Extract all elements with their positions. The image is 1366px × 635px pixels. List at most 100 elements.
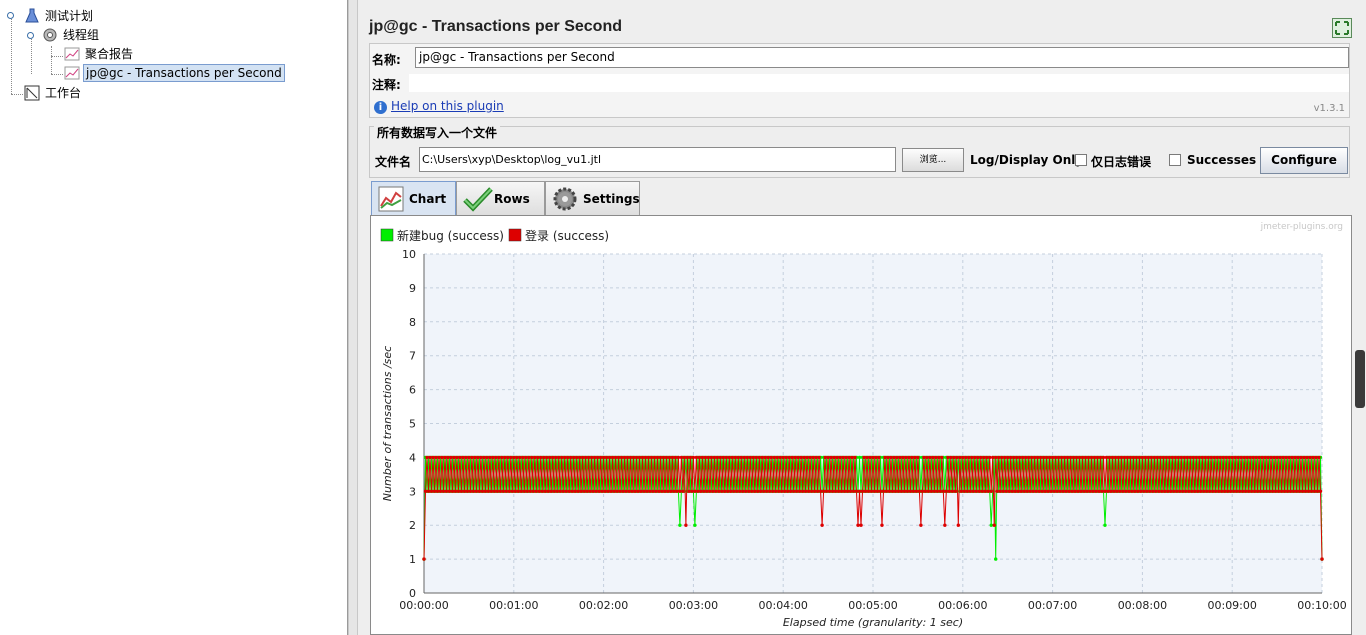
- series-point: [1199, 489, 1203, 493]
- series-point: [615, 489, 619, 493]
- tree-expand-handle[interactable]: [27, 32, 34, 39]
- series-point: [977, 489, 981, 493]
- series-point: [753, 489, 757, 493]
- series-point: [630, 489, 634, 493]
- comment-input[interactable]: [409, 74, 1349, 92]
- series-point: [1246, 489, 1251, 493]
- series-point: [1196, 489, 1200, 493]
- y-tick-label: 3: [409, 485, 416, 498]
- tab-chart[interactable]: Chart: [371, 181, 456, 215]
- tree-item-tps-listener[interactable]: jp@gc - Transactions per Second: [64, 64, 285, 82]
- series-point: [821, 489, 826, 493]
- series-point: [618, 489, 622, 493]
- file-section-legend: 所有数据写入一个文件: [374, 124, 501, 141]
- series-point: [800, 489, 805, 493]
- series-point: [1240, 489, 1245, 493]
- series-point: [848, 489, 853, 493]
- series-point: [1011, 455, 1016, 460]
- series-point: [881, 489, 886, 493]
- series-point: [1270, 489, 1275, 493]
- series-point: [729, 489, 733, 493]
- series-point: [661, 455, 666, 460]
- series-point: [768, 489, 772, 493]
- browse-button[interactable]: 浏览...: [902, 148, 964, 172]
- series-point: [576, 489, 580, 493]
- tree-item-thread-group[interactable]: 线程组: [42, 26, 101, 44]
- test-plan-tree[interactable]: 测试计划 线程组 聚合报告 jp@gc - Transactions per S…: [0, 0, 348, 635]
- series-point: [1278, 455, 1282, 460]
- tree-item-test-plan[interactable]: 测试计划: [24, 7, 95, 25]
- series-point: [756, 489, 760, 493]
- series-point: [998, 489, 1002, 493]
- series-point: [1279, 489, 1284, 493]
- series-point: [1308, 455, 1312, 460]
- series-point: [857, 455, 862, 460]
- tree-line: [11, 94, 23, 95]
- series-point: [1058, 489, 1062, 493]
- name-input[interactable]: jp@gc - Transactions per Second: [415, 47, 1349, 68]
- series-point: [607, 455, 612, 460]
- series-point: [1043, 489, 1047, 493]
- series-point: [747, 489, 751, 493]
- tree-item-aggregate-report[interactable]: 聚合报告: [64, 45, 135, 63]
- series-point: [1146, 455, 1151, 460]
- series-point: [1255, 489, 1260, 493]
- series-point: [931, 455, 935, 460]
- series-point: [536, 455, 540, 460]
- series-point: [1243, 489, 1248, 493]
- series-point: [1101, 455, 1106, 460]
- series-point: [802, 455, 806, 460]
- configure-button[interactable]: Configure: [1260, 147, 1348, 174]
- series-point: [476, 455, 480, 460]
- series-point: [1275, 455, 1279, 460]
- tree-expand-handle[interactable]: [7, 12, 14, 19]
- scroll-grip[interactable]: [1355, 350, 1365, 408]
- tab-settings[interactable]: Settings: [545, 181, 640, 215]
- series-point: [1311, 455, 1315, 460]
- series-point: [941, 489, 946, 493]
- series-point: [757, 455, 761, 460]
- series-point: [465, 489, 470, 493]
- series-point: [524, 455, 528, 460]
- successes-checkbox[interactable]: [1169, 154, 1181, 166]
- series-point: [932, 489, 937, 493]
- tab-rows[interactable]: Rows: [456, 181, 545, 215]
- series-point: [649, 455, 654, 460]
- series-point: [530, 455, 534, 460]
- successes-label: Successes: [1187, 153, 1257, 167]
- series-point: [934, 455, 938, 460]
- series-point: [741, 489, 745, 493]
- series-point: [462, 489, 467, 493]
- series-point: [983, 489, 987, 493]
- series-point: [1296, 455, 1300, 460]
- series-point: [1029, 455, 1034, 460]
- series-point: [1263, 455, 1267, 460]
- series-point: [995, 489, 999, 493]
- series-point: [907, 455, 911, 460]
- series-point: [868, 455, 872, 460]
- series-point: [1103, 489, 1107, 493]
- series-point: [598, 455, 603, 460]
- series-point: [1302, 455, 1306, 460]
- series-point: [711, 489, 715, 493]
- series-point: [1003, 455, 1007, 460]
- series-point: [624, 489, 628, 493]
- series-point: [1287, 455, 1291, 460]
- x-tick-label: 00:02:00: [579, 599, 628, 612]
- series-point: [1124, 489, 1128, 493]
- errors-only-checkbox[interactable]: [1075, 154, 1087, 166]
- series-point: [594, 489, 598, 493]
- pane-splitter[interactable]: [348, 0, 358, 635]
- file-name-input[interactable]: C:\Users\xyp\Desktop\log_vu1.jtl: [419, 147, 896, 172]
- series-point: [901, 455, 905, 460]
- series-point: [658, 455, 663, 460]
- tree-item-workbench[interactable]: 工作台: [24, 84, 83, 102]
- series-point: [431, 455, 435, 460]
- series-point: [495, 489, 500, 493]
- series-point: [667, 455, 672, 460]
- help-link[interactable]: Help on this plugin: [391, 99, 504, 113]
- series-point: [693, 489, 697, 493]
- legend-label: 新建bug (success): [397, 228, 504, 243]
- maximize-icon[interactable]: [1332, 18, 1352, 38]
- series-point: [1157, 489, 1161, 493]
